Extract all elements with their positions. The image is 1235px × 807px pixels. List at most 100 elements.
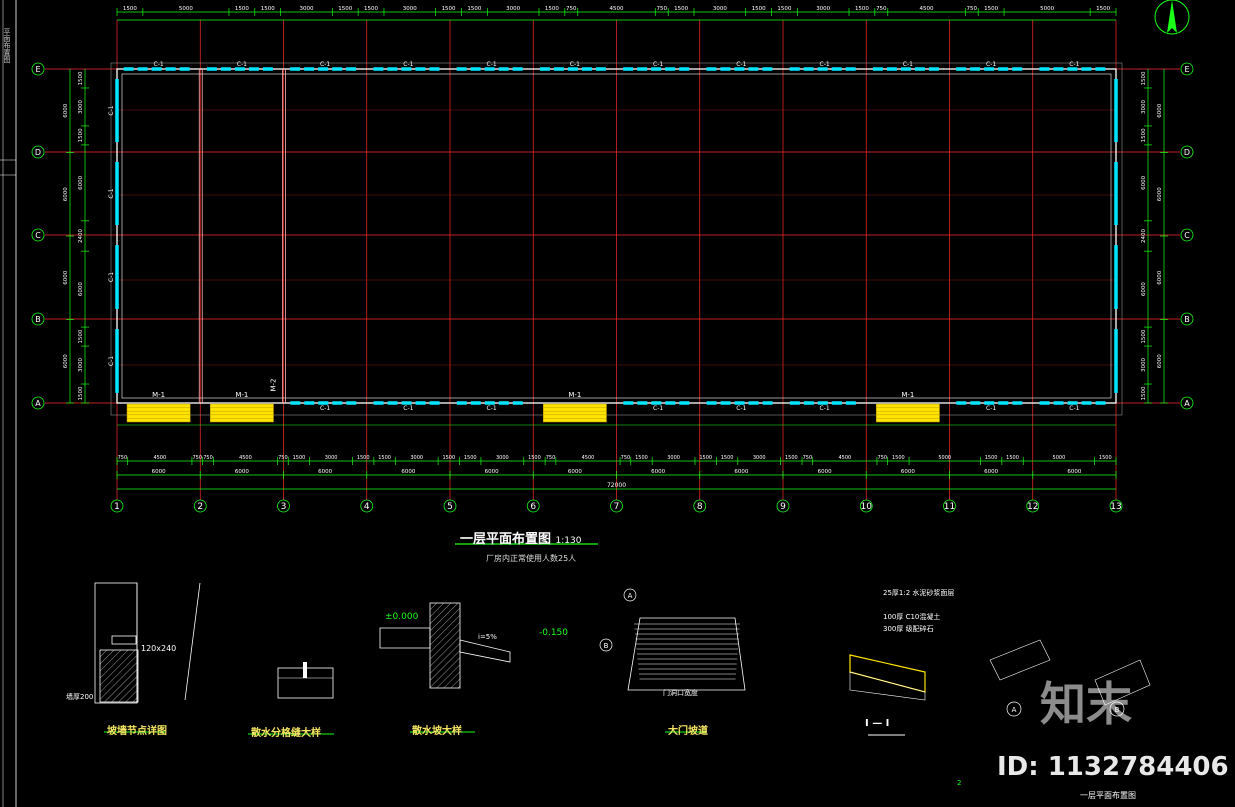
bottom-dim-detail-label: 1500 xyxy=(699,455,712,461)
bottom-dim-bays-label: 6000 xyxy=(485,469,499,475)
grid-col-label: 13 xyxy=(1110,502,1121,512)
bottom-caption: 一层平面布置图 xyxy=(1080,791,1136,800)
window-label-bottom: C-1 xyxy=(653,405,663,412)
grid-row-label-right: B xyxy=(1184,315,1190,324)
bottom-dim-detail-label: 3000 xyxy=(325,455,338,461)
bottom-dim-detail-label: 1500 xyxy=(357,455,370,461)
door-width-note: 门洞口宽度 xyxy=(663,689,698,697)
window-label-left: C-1 xyxy=(108,105,115,115)
wall-node-edge xyxy=(184,582,201,701)
detail-title-3: 散水坡大样 xyxy=(412,726,462,737)
left-strip-label: 平面布置图 xyxy=(3,28,11,63)
door-label: M-1 xyxy=(152,391,165,399)
ramp-layer-1: 25厚1:2 水泥砂浆面层 xyxy=(883,589,955,597)
grid-col-label: 5 xyxy=(447,502,453,512)
bottom-dim-bays-label: 6000 xyxy=(318,469,332,475)
bottom-dim-detail-label: 750 xyxy=(621,455,631,461)
bottom-dim-bays-label: 6000 xyxy=(235,469,249,475)
grid-col-label: 12 xyxy=(1027,502,1038,512)
door-label: M-1 xyxy=(568,391,581,399)
grid-col-label: 10 xyxy=(861,502,873,512)
detail-marker-a-label: A xyxy=(1012,706,1017,714)
detail-title-1: 坡墙节点详图 xyxy=(107,726,167,737)
section-slab xyxy=(849,654,926,693)
top-dim-label: 1500 xyxy=(123,6,137,12)
right-dim-bays-label: 6000 xyxy=(1157,187,1163,201)
grid-col-label: 3 xyxy=(281,502,287,512)
top-dim-label: 750 xyxy=(656,6,667,12)
top-dim-label: 1500 xyxy=(752,6,766,12)
bottom-dim-detail-label: 1500 xyxy=(785,455,798,461)
bottom-dim-detail-label: 750 xyxy=(878,455,888,461)
grid-col-label: 7 xyxy=(614,502,620,512)
top-dim-label: 3000 xyxy=(299,6,313,12)
watermark-id: ID: 1132784406 xyxy=(997,752,1229,782)
grid-row-label-right: D xyxy=(1184,148,1190,157)
left-dim-label: 2400 xyxy=(78,229,84,243)
elevation-bottom: -0.150 xyxy=(539,628,569,638)
window-label-top: C-1 xyxy=(487,61,497,68)
bottom-dim-detail-label: 3000 xyxy=(667,455,680,461)
grid-col-label: 4 xyxy=(364,502,370,512)
detail-title-2: 散水分格缝大样 xyxy=(251,728,321,739)
plan-subtitle: 厂房内正常使用人数25人 xyxy=(486,554,577,563)
right-dim-label: 6000 xyxy=(1141,282,1147,296)
grid-col-label: 11 xyxy=(944,502,955,512)
door2-label: M-2 xyxy=(270,378,278,391)
north-arrow-icon xyxy=(1154,0,1190,35)
grid-col-label: 2 xyxy=(197,502,203,512)
grid-row-label-left: A xyxy=(35,399,41,408)
right-dim-bays-label: 6000 xyxy=(1157,354,1163,368)
left-dim-label: 3000 xyxy=(78,358,84,372)
top-dim-label: 5000 xyxy=(1040,6,1054,12)
window-label-top: C-1 xyxy=(570,61,580,68)
bottom-dim-bays-label: 6000 xyxy=(901,469,915,475)
window-label-bottom: C-1 xyxy=(986,405,996,412)
bottom-dim-detail-label: 1500 xyxy=(892,455,905,461)
section-marker-a-label: A xyxy=(628,592,633,600)
left-dim-label: 6000 xyxy=(78,175,84,189)
plan-title: 一层平面布置图 1:130 xyxy=(460,528,581,547)
bottom-dim-detail-label: 1500 xyxy=(721,455,734,461)
wall-thickness: 墙厚200 xyxy=(66,693,94,701)
bottom-dim-detail-label: 5000 xyxy=(1053,455,1066,461)
left-dim-label: 1500 xyxy=(78,128,84,142)
window-label-bottom: C-1 xyxy=(403,405,413,412)
plan-title-text: 一层平面布置图 xyxy=(460,532,552,547)
detail-title-5: I — I xyxy=(865,718,890,729)
bottom-dim-detail-label: 1500 xyxy=(635,455,648,461)
left-dim-bays-label: 6000 xyxy=(63,270,69,284)
grid-row-label-right: E xyxy=(1184,65,1189,74)
grid-row-label-left: C xyxy=(35,231,41,240)
grid-col-label: 6 xyxy=(530,502,536,512)
bottom-dim-detail-label: 750 xyxy=(118,455,128,461)
detail-title-4: 大门坡道 xyxy=(668,726,708,737)
window-label-bottom: C-1 xyxy=(1069,405,1079,412)
bottom-dim-detail-label: 750 xyxy=(278,455,288,461)
top-dim-label: 1500 xyxy=(235,6,249,12)
window-label-top: C-1 xyxy=(736,61,746,68)
top-dim-label: 3000 xyxy=(403,6,417,12)
left-dim-bays-label: 6000 xyxy=(63,103,69,117)
right-dim-label: 3000 xyxy=(1141,358,1147,372)
wall-node-foundation xyxy=(99,649,139,703)
door-ramp xyxy=(126,403,191,423)
left-title-strip xyxy=(0,0,17,807)
window-label-top: C-1 xyxy=(820,61,830,68)
bottom-dim-bays-label: 6000 xyxy=(984,469,998,475)
grid-col-label: 9 xyxy=(780,502,786,512)
top-dim-label: 750 xyxy=(876,6,887,12)
window-label-bottom: C-1 xyxy=(320,405,330,412)
bottom-dim-detail-label: 4500 xyxy=(153,455,166,461)
bottom-dim-bays-label: 6000 xyxy=(401,469,415,475)
door-ramp xyxy=(542,403,607,423)
left-dim-label: 1500 xyxy=(78,71,84,85)
window-label-top: C-1 xyxy=(154,61,164,68)
right-dim-bays-label: 6000 xyxy=(1157,270,1163,284)
top-dim-label: 1500 xyxy=(338,6,352,12)
window-label-top: C-1 xyxy=(986,61,996,68)
top-dim-label: 3000 xyxy=(506,6,520,12)
right-dim-label: 3000 xyxy=(1141,99,1147,113)
bottom-dim-bays-label: 6000 xyxy=(1067,469,1081,475)
grid-row-label-right: A xyxy=(1184,399,1190,408)
